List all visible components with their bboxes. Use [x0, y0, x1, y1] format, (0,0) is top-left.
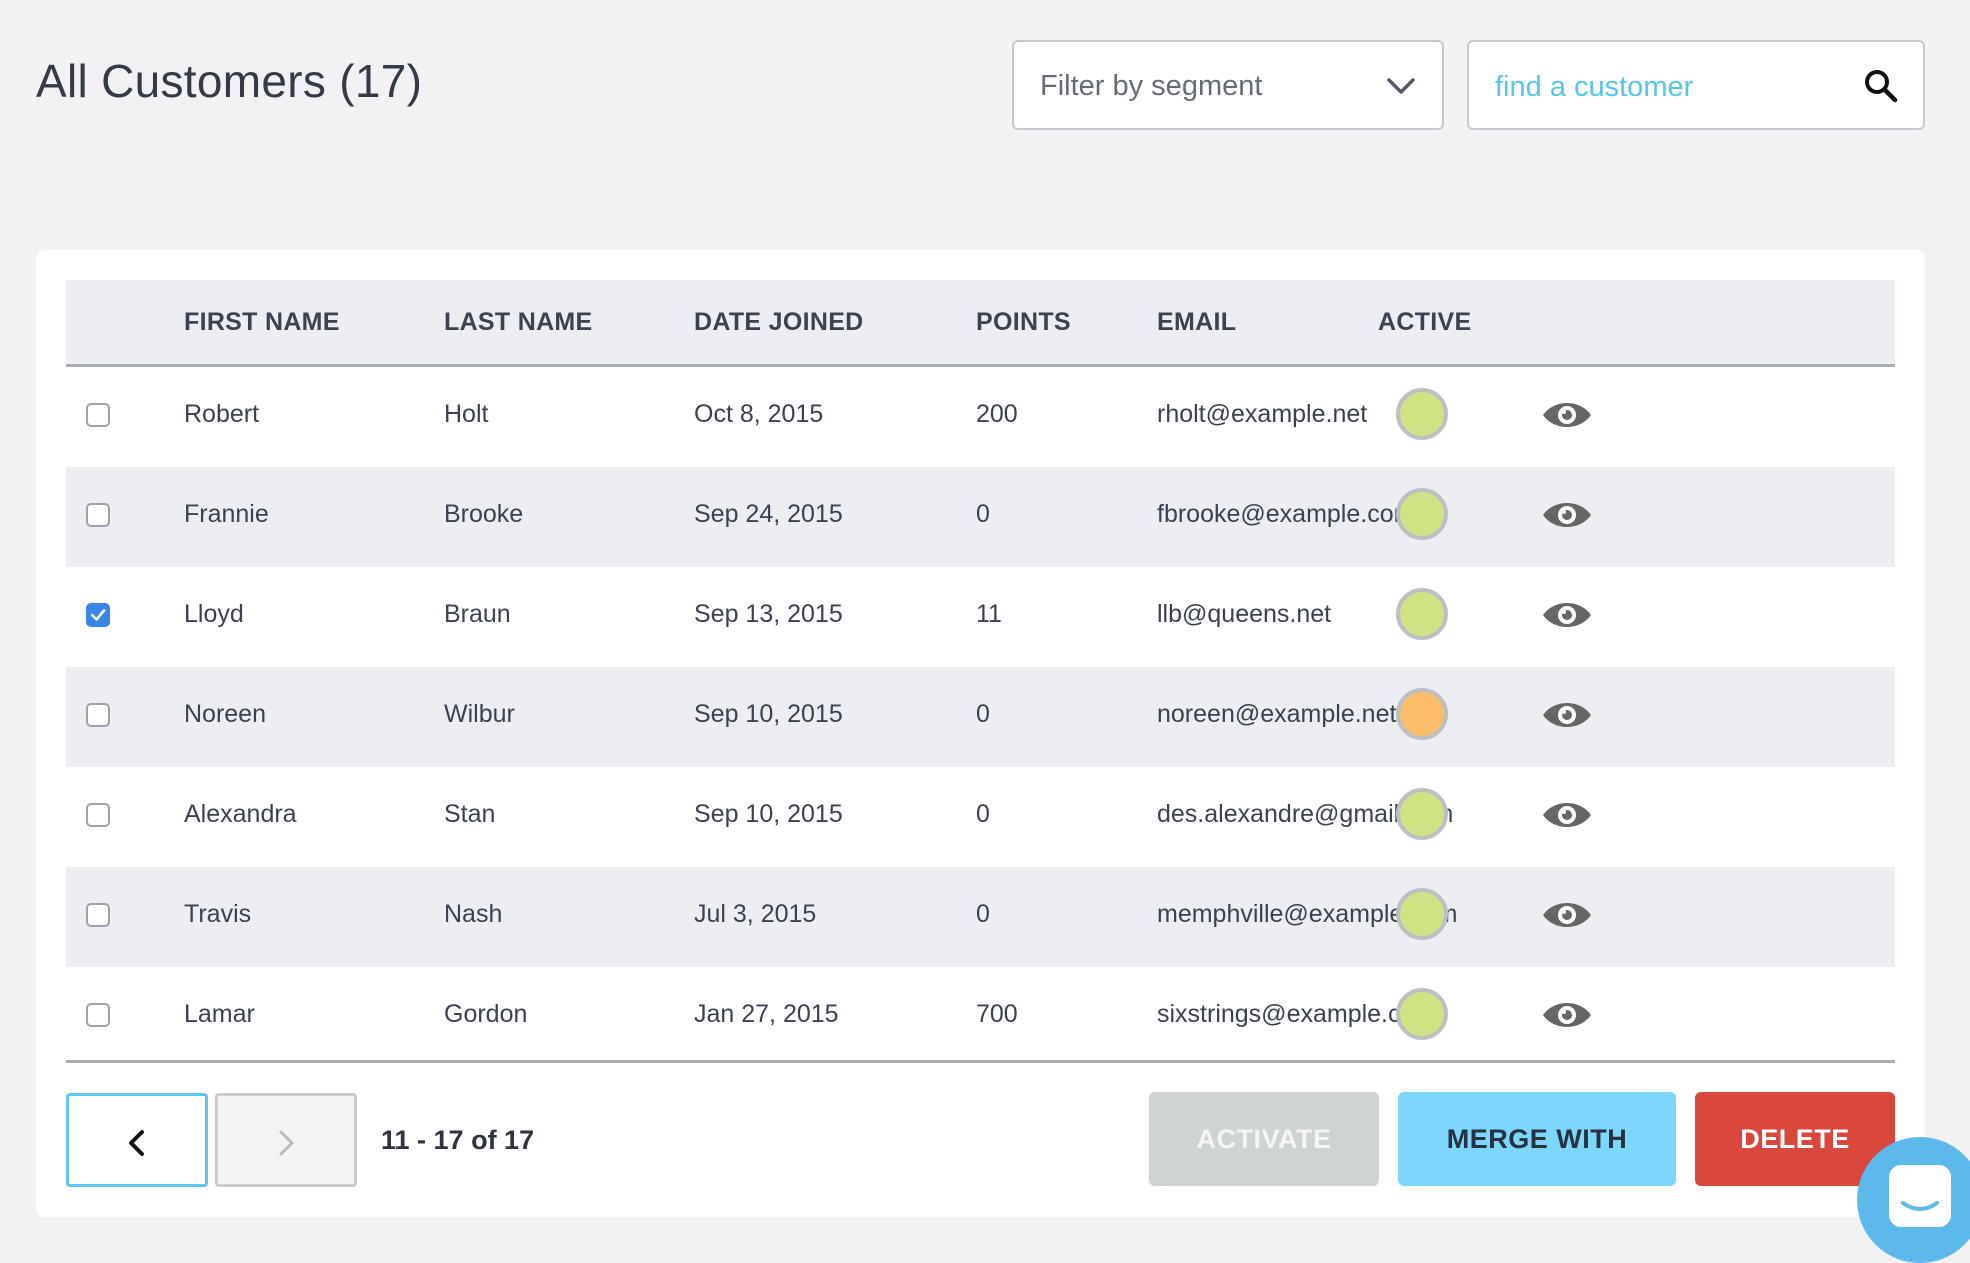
- row-checkbox[interactable]: [86, 603, 110, 627]
- column-points[interactable]: POINTS: [976, 308, 1071, 337]
- last-name-cell: Gordon: [444, 1000, 528, 1028]
- active-status-dot[interactable]: [1396, 788, 1448, 840]
- active-status-dot[interactable]: [1396, 588, 1448, 640]
- last-name-cell: Holt: [444, 400, 489, 428]
- table-row[interactable]: Lamar Gordon Jan 27, 2015 700 sixstrings…: [66, 967, 1895, 1067]
- segment-filter-select[interactable]: Filter by segment: [1012, 40, 1444, 130]
- active-status-dot[interactable]: [1396, 888, 1448, 940]
- merge-with-button[interactable]: MERGE WITH: [1398, 1092, 1676, 1186]
- first-name-cell: Frannie: [184, 500, 269, 528]
- date-joined-cell: Jul 3, 2015: [694, 900, 817, 928]
- first-name-cell: Travis: [184, 900, 252, 928]
- date-joined-cell: Sep 24, 2015: [694, 500, 843, 528]
- chat-icon: [1889, 1165, 1951, 1227]
- table-header: FIRST NAME LAST NAME DATE JOINED POINTS …: [66, 280, 1895, 367]
- segment-filter-label: Filter by segment: [1040, 70, 1263, 102]
- table-row[interactable]: Travis Nash Jul 3, 2015 0 memphville@exa…: [66, 867, 1895, 967]
- checkmark-icon: [90, 609, 106, 621]
- column-email[interactable]: EMAIL: [1157, 308, 1236, 337]
- row-checkbox[interactable]: [86, 903, 110, 927]
- eye-icon[interactable]: [1540, 398, 1594, 432]
- last-name-cell: Brooke: [444, 500, 524, 528]
- eye-icon[interactable]: [1540, 498, 1594, 532]
- eye-icon[interactable]: [1540, 598, 1594, 632]
- row-checkbox[interactable]: [86, 503, 110, 527]
- activate-button[interactable]: ACTIVATE: [1149, 1092, 1379, 1186]
- email-cell: fbrooke@example.com: [1157, 500, 1415, 528]
- eye-icon[interactable]: [1540, 798, 1594, 832]
- row-checkbox[interactable]: [86, 803, 110, 827]
- points-cell: 200: [976, 400, 1018, 428]
- chevron-right-icon: [279, 1130, 294, 1156]
- date-joined-cell: Sep 10, 2015: [694, 700, 843, 728]
- active-status-dot[interactable]: [1396, 988, 1448, 1040]
- customers-card: FIRST NAME LAST NAME DATE JOINED POINTS …: [36, 250, 1925, 1217]
- customer-search-input[interactable]: [1493, 66, 1857, 108]
- date-joined-cell: Jan 27, 2015: [694, 1000, 839, 1028]
- search-icon[interactable]: [1863, 68, 1899, 104]
- column-first-name[interactable]: FIRST NAME: [184, 308, 340, 337]
- customer-search-box[interactable]: [1467, 40, 1925, 130]
- last-name-cell: Nash: [444, 900, 503, 928]
- table-body: Robert Holt Oct 8, 2015 200 rholt@exampl…: [66, 367, 1895, 1067]
- row-checkbox[interactable]: [86, 403, 110, 427]
- first-name-cell: Noreen: [184, 700, 266, 728]
- pagination-info: 11 - 17 of 17: [381, 1125, 535, 1155]
- table-footer-divider: [66, 1060, 1895, 1063]
- points-cell: 0: [976, 900, 990, 928]
- next-page-button[interactable]: [215, 1093, 357, 1187]
- prev-page-button[interactable]: [66, 1093, 208, 1187]
- chevron-left-icon: [129, 1130, 144, 1156]
- points-cell: 0: [976, 500, 990, 528]
- table-row[interactable]: Noreen Wilbur Sep 10, 2015 0 noreen@exam…: [66, 667, 1895, 767]
- eye-icon[interactable]: [1540, 898, 1594, 932]
- table-row[interactable]: Frannie Brooke Sep 24, 2015 0 fbrooke@ex…: [66, 467, 1895, 567]
- table-row[interactable]: Alexandra Stan Sep 10, 2015 0 des.alexan…: [66, 767, 1895, 867]
- eye-icon[interactable]: [1540, 998, 1594, 1032]
- email-cell: noreen@example.net: [1157, 700, 1397, 728]
- column-last-name[interactable]: LAST NAME: [444, 308, 593, 337]
- active-status-dot[interactable]: [1396, 388, 1448, 440]
- date-joined-cell: Sep 13, 2015: [694, 600, 843, 628]
- active-status-dot[interactable]: [1396, 688, 1448, 740]
- first-name-cell: Lamar: [184, 1000, 255, 1028]
- first-name-cell: Robert: [184, 400, 260, 428]
- row-checkbox[interactable]: [86, 1003, 110, 1027]
- date-joined-cell: Oct 8, 2015: [694, 400, 824, 428]
- row-checkbox[interactable]: [86, 703, 110, 727]
- first-name-cell: Alexandra: [184, 800, 297, 828]
- eye-icon[interactable]: [1540, 698, 1594, 732]
- chat-launcher-button[interactable]: [1857, 1137, 1970, 1263]
- column-date-joined[interactable]: DATE JOINED: [694, 308, 864, 337]
- points-cell: 700: [976, 1000, 1018, 1028]
- points-cell: 0: [976, 700, 990, 728]
- table-row[interactable]: Robert Holt Oct 8, 2015 200 rholt@exampl…: [66, 367, 1895, 467]
- last-name-cell: Stan: [444, 800, 496, 828]
- email-cell: sixstrings@example.com: [1157, 1000, 1436, 1028]
- last-name-cell: Braun: [444, 600, 511, 628]
- points-cell: 11: [976, 600, 1002, 628]
- email-cell: rholt@example.net: [1157, 400, 1368, 428]
- email-cell: llb@queens.net: [1157, 600, 1332, 628]
- column-active[interactable]: ACTIVE: [1378, 308, 1471, 337]
- active-status-dot[interactable]: [1396, 488, 1448, 540]
- points-cell: 0: [976, 800, 990, 828]
- page-title: All Customers (17): [36, 55, 423, 107]
- first-name-cell: Lloyd: [184, 600, 244, 628]
- date-joined-cell: Sep 10, 2015: [694, 800, 843, 828]
- last-name-cell: Wilbur: [444, 700, 515, 728]
- chevron-down-icon: [1387, 78, 1415, 94]
- table-row[interactable]: Lloyd Braun Sep 13, 2015 11 llb@queens.n…: [66, 567, 1895, 667]
